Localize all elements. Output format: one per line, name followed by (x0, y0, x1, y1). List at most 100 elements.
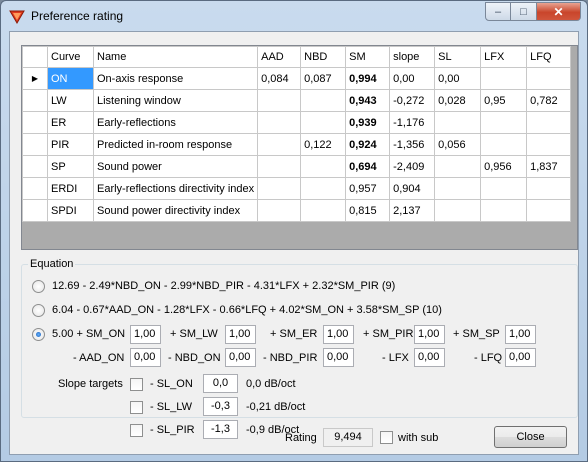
lfq-weight-input[interactable]: 0,00 (505, 348, 536, 367)
close-window-button[interactable]: ✕ (537, 2, 581, 21)
sm-er-weight-input[interactable]: 1,00 (323, 325, 354, 344)
cell-sm[interactable]: 0,924 (345, 133, 391, 156)
cell-curve[interactable]: ON (47, 67, 94, 90)
cell-nbd[interactable]: 0,087 (300, 67, 347, 90)
cell-sl[interactable] (434, 155, 482, 178)
cell-sm[interactable]: 0,815 (345, 199, 391, 222)
cell-aad[interactable] (257, 111, 302, 134)
table-row[interactable]: ▶ ON On-axis response 0,084 0,087 0,994 … (22, 67, 572, 90)
equation-radio-custom[interactable] (32, 328, 45, 341)
sm-sp-weight-input[interactable]: 1,00 (505, 325, 536, 344)
cell-sl[interactable]: 0,056 (434, 133, 482, 156)
cell-lfq[interactable]: 1,837 (526, 155, 572, 178)
cell-curve[interactable]: SPDI (47, 199, 94, 222)
sl-lw-target-input[interactable]: -0,3 (203, 397, 238, 416)
column-header-aad[interactable]: AAD (257, 46, 302, 68)
cell-lfx[interactable]: 0,956 (480, 155, 528, 178)
cell-curve[interactable]: PIR (47, 133, 94, 156)
cell-lfx[interactable] (480, 67, 528, 90)
cell-lfx[interactable] (480, 177, 528, 200)
cell-lfx[interactable] (480, 199, 528, 222)
cell-nbd[interactable]: 0,122 (300, 133, 347, 156)
sm-lw-weight-input[interactable]: 1,00 (225, 325, 256, 344)
column-header-sm[interactable]: SM (345, 46, 391, 68)
cell-sm[interactable]: 0,994 (345, 67, 391, 90)
cell-lfq[interactable] (526, 111, 572, 134)
cell-sl[interactable] (434, 177, 482, 200)
cell-lfx[interactable] (480, 133, 528, 156)
cell-curve[interactable]: ERDI (47, 177, 94, 200)
sl-on-checkbox[interactable] (130, 378, 143, 391)
cell-lfq[interactable] (526, 133, 572, 156)
cell-name[interactable]: Sound power directivity index (92, 199, 259, 222)
cell-sm[interactable]: 0,939 (345, 111, 391, 134)
minimize-button[interactable]: – (485, 2, 511, 21)
cell-sl[interactable]: 0,028 (434, 89, 482, 112)
cell-nbd[interactable] (300, 111, 347, 134)
cell-name[interactable]: Sound power (92, 155, 259, 178)
table-row[interactable]: PIR Predicted in-room response 0,122 0,9… (22, 133, 572, 156)
cell-lfx[interactable]: 0,95 (480, 89, 528, 112)
nbd-pir-weight-input[interactable]: 0,00 (323, 348, 354, 367)
equation-option-9-label[interactable]: 12.69 - 2.49*NBD_ON - 2.99*NBD_PIR - 4.3… (52, 280, 395, 292)
table-row[interactable]: SP Sound power 0,694 -2,409 0,956 1,837 (22, 155, 572, 178)
cell-curve[interactable]: LW (47, 89, 94, 112)
column-header-lfx[interactable]: LFX (480, 46, 528, 68)
cell-slope[interactable]: -0,272 (389, 89, 436, 112)
column-header-name[interactable]: Name (92, 46, 259, 68)
cell-aad[interactable] (257, 155, 302, 178)
equation-option-10-label[interactable]: 6.04 - 0.67*AAD_ON - 1.28*LFX - 0.66*LFQ… (52, 304, 442, 316)
lfx-weight-input[interactable]: 0,00 (414, 348, 445, 367)
title-bar[interactable]: Preference rating – □ ✕ (1, 1, 587, 31)
cell-slope[interactable]: -1,356 (389, 133, 436, 156)
cell-lfq[interactable] (526, 177, 572, 200)
cell-aad[interactable] (257, 177, 302, 200)
cell-lfx[interactable] (480, 111, 528, 134)
sm-on-weight-input[interactable]: 1,00 (130, 325, 161, 344)
cell-name[interactable]: Predicted in-room response (92, 133, 259, 156)
table-row[interactable]: ER Early-reflections 0,939 -1,176 (22, 111, 572, 134)
sl-on-target-input[interactable]: 0,0 (203, 374, 238, 393)
cell-slope[interactable]: -1,176 (389, 111, 436, 134)
cell-slope[interactable]: 0,00 (389, 67, 436, 90)
cell-nbd[interactable] (300, 155, 347, 178)
cell-slope[interactable]: 0,904 (389, 177, 436, 200)
cell-curve[interactable]: ER (47, 111, 94, 134)
table-row[interactable]: LW Listening window 0,943 -0,272 0,028 0… (22, 89, 572, 112)
cell-lfq[interactable] (526, 199, 572, 222)
cell-name[interactable]: Listening window (92, 89, 259, 112)
cell-aad[interactable] (257, 199, 302, 222)
cell-lfq[interactable]: 0,782 (526, 89, 572, 112)
cell-sm[interactable]: 0,957 (345, 177, 391, 200)
equation-radio-10[interactable] (32, 304, 45, 317)
column-header-nbd[interactable]: NBD (300, 46, 347, 68)
cell-aad[interactable] (257, 133, 302, 156)
sm-pir-weight-input[interactable]: 1,00 (414, 325, 445, 344)
column-header-sl[interactable]: SL (434, 46, 482, 68)
cell-sm[interactable]: 0,943 (345, 89, 391, 112)
sl-pir-checkbox[interactable] (130, 424, 143, 437)
table-row[interactable]: SPDI Sound power directivity index 0,815… (22, 199, 572, 222)
cell-slope[interactable]: 2,137 (389, 199, 436, 222)
cell-sl[interactable] (434, 111, 482, 134)
cell-sm[interactable]: 0,694 (345, 155, 391, 178)
cell-nbd[interactable] (300, 177, 347, 200)
aad-on-weight-input[interactable]: 0,00 (130, 348, 161, 367)
cell-name[interactable]: Early-reflections directivity index (92, 177, 259, 200)
nbd-on-weight-input[interactable]: 0,00 (225, 348, 256, 367)
equation-radio-9[interactable] (32, 280, 45, 293)
cell-nbd[interactable] (300, 199, 347, 222)
cell-sl[interactable]: 0,00 (434, 67, 482, 90)
cell-nbd[interactable] (300, 89, 347, 112)
with-sub-label[interactable]: with sub (398, 432, 438, 444)
sl-lw-checkbox[interactable] (130, 401, 143, 414)
curves-grid[interactable]: Curve Name AAD NBD SM slope SL LFX LFQ ▶… (21, 45, 578, 250)
table-row[interactable]: ERDI Early-reflections directivity index… (22, 177, 572, 200)
sl-pir-target-input[interactable]: -1,3 (203, 420, 238, 439)
maximize-button[interactable]: □ (511, 2, 537, 21)
cell-sl[interactable] (434, 199, 482, 222)
column-header-curve[interactable]: Curve (47, 46, 94, 68)
cell-name[interactable]: Early-reflections (92, 111, 259, 134)
with-sub-checkbox[interactable] (380, 431, 393, 444)
cell-aad[interactable]: 0,084 (257, 67, 302, 90)
